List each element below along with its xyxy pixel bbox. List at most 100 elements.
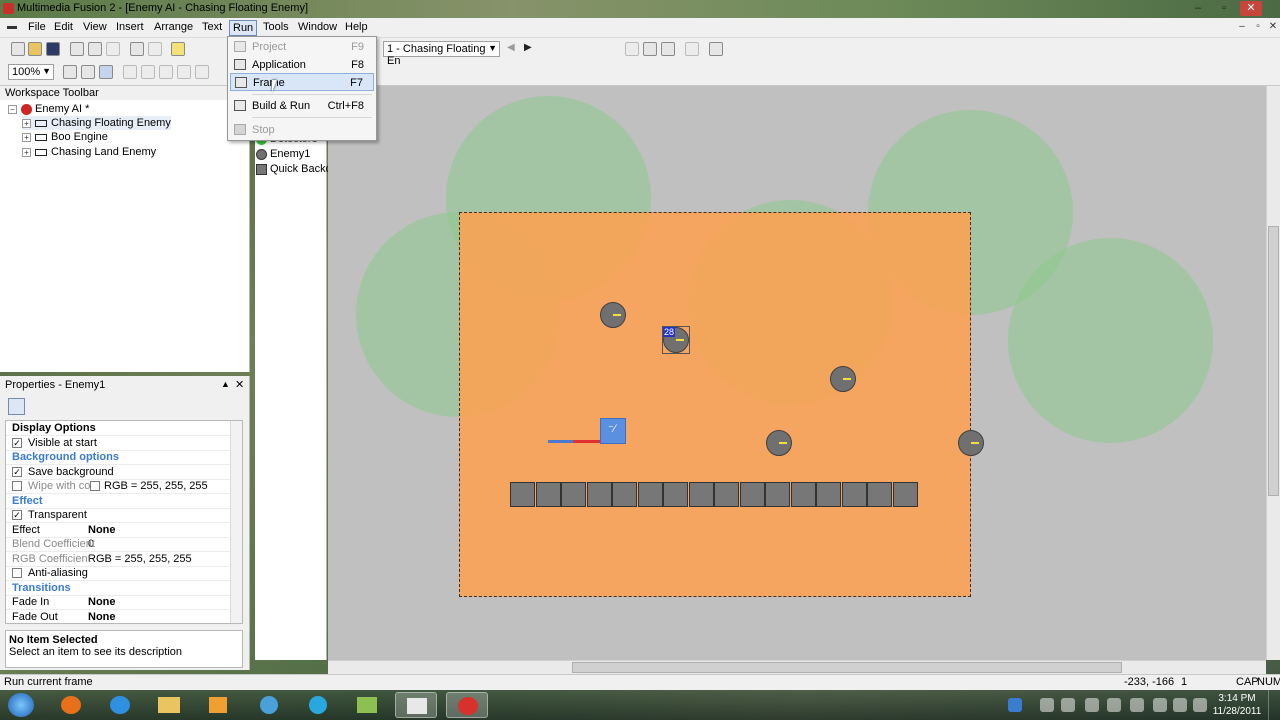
menu-view[interactable]: View — [80, 20, 110, 36]
backdrop-block[interactable] — [637, 482, 663, 507]
property-value-row[interactable]: RGB = 255, 255, 255 RGB Coefficient — [6, 552, 230, 567]
menu-run[interactable]: Run — [229, 20, 258, 36]
document-menu-icon[interactable]: ▬ — [6, 21, 18, 33]
property-checkbox-row[interactable]: ✓ Visible at start — [6, 436, 230, 451]
backdrop-block[interactable] — [612, 482, 637, 507]
taskbar-clock[interactable]: 3:14 PM 11/28/2011 — [1212, 692, 1262, 718]
menu-item-project[interactable]: Project F9 — [230, 38, 374, 56]
menu-file[interactable]: File — [25, 20, 49, 36]
minimize-button[interactable]: – — [1187, 1, 1209, 16]
backdrop-block[interactable] — [867, 482, 892, 507]
snap-icon[interactable] — [99, 65, 113, 79]
menu-help[interactable]: Help — [342, 20, 371, 36]
menu-item-stop[interactable]: Stop — [230, 121, 374, 139]
property-checkbox-row[interactable]: Wipe with co RGB = 255, 255, 255 — [6, 479, 230, 494]
table-icon[interactable] — [81, 65, 95, 79]
vertical-scrollbar[interactable] — [1266, 86, 1280, 660]
property-value-row[interactable]: None Effect — [6, 523, 230, 538]
backdrop-block[interactable] — [790, 482, 816, 507]
property-category[interactable]: Transitions — [6, 581, 230, 596]
restore-button[interactable]: ▫ — [1213, 1, 1235, 16]
tree-frame-2[interactable]: + Boo Engine — [22, 130, 108, 144]
collapse-icon[interactable]: − — [8, 104, 17, 114]
security-tray-icon[interactable] — [1061, 698, 1075, 712]
help-icon[interactable] — [171, 42, 185, 56]
frame-editor[interactable]: 28 ⁻⁄ — [328, 86, 1266, 660]
checkbox[interactable]: ✓ — [12, 437, 22, 448]
menu-edit[interactable]: Edit — [51, 20, 76, 36]
grid-icon[interactable] — [63, 65, 77, 79]
checkbox[interactable] — [12, 568, 22, 579]
expand-icon[interactable]: + — [22, 147, 31, 157]
fusion-taskbar-icon[interactable] — [446, 692, 488, 718]
menu-insert[interactable]: Insert — [113, 20, 147, 36]
close-icon[interactable]: ✕ — [235, 378, 244, 391]
event-editor-icon[interactable] — [661, 42, 675, 56]
browser-taskbar-icon[interactable] — [297, 692, 339, 718]
data-elements-icon[interactable] — [709, 42, 723, 56]
new-icon[interactable] — [11, 42, 25, 56]
runtime-options-tab-icon[interactable] — [60, 398, 77, 415]
save-icon[interactable] — [46, 42, 60, 56]
selected-enemy-object[interactable]: 28 — [662, 326, 690, 354]
volume-tray-icon[interactable] — [1193, 698, 1207, 712]
property-checkbox-row[interactable]: ✓ Transparent — [6, 508, 230, 523]
undo-icon[interactable] — [130, 42, 144, 56]
backdrop-block[interactable] — [688, 482, 714, 507]
frame-editor-icon[interactable] — [643, 42, 657, 56]
show-desktop-button[interactable] — [1268, 690, 1280, 720]
frame-select[interactable]: 1 - Chasing Floating En ▼ — [383, 41, 500, 67]
checkbox[interactable]: ✓ — [12, 510, 22, 521]
backdrop-block[interactable] — [816, 482, 841, 507]
display-options-tab-icon[interactable] — [8, 398, 25, 415]
explorer-taskbar-icon[interactable] — [148, 692, 190, 718]
backdrop-block[interactable] — [510, 482, 535, 507]
enemy-object[interactable] — [958, 430, 984, 456]
horizontal-scrollbar[interactable] — [328, 660, 1266, 674]
player-object[interactable]: ⁻⁄ — [600, 418, 626, 444]
backdrop-block[interactable] — [535, 482, 561, 507]
enemy-object[interactable] — [766, 430, 792, 456]
start-button[interactable] — [8, 693, 34, 717]
paste-icon[interactable] — [106, 42, 120, 56]
backdrop-block[interactable] — [663, 482, 688, 507]
power-tray-icon[interactable] — [1153, 698, 1167, 712]
redo-icon[interactable] — [148, 42, 162, 56]
backdrop-block[interactable] — [765, 482, 790, 507]
open-icon[interactable] — [28, 42, 42, 56]
previous-frame-icon[interactable]: ◀ — [507, 42, 515, 53]
backdrop-block[interactable] — [586, 482, 612, 507]
help-tray-icon[interactable] — [1008, 698, 1022, 712]
checkbox[interactable]: ✓ — [12, 466, 22, 477]
color-checkbox[interactable] — [90, 481, 100, 492]
media-player-taskbar-icon[interactable] — [197, 692, 239, 718]
text-color-icon[interactable] — [195, 65, 209, 79]
menu-arrange[interactable]: Arrange — [151, 20, 196, 36]
menu-tools[interactable]: Tools — [260, 20, 292, 36]
italic-icon[interactable] — [159, 65, 173, 79]
about-tab-icon[interactable] — [166, 398, 183, 415]
movement-tab-icon[interactable] — [140, 398, 157, 415]
object-quick-backdrop[interactable]: Quick Backd — [256, 162, 332, 177]
copy-icon[interactable] — [88, 42, 102, 56]
align-icon[interactable] — [123, 65, 137, 79]
mdi-restore-icon[interactable]: ▫ — [1252, 21, 1264, 33]
app-tray-icon[interactable] — [1085, 698, 1099, 712]
expand-icon[interactable]: + — [22, 132, 31, 142]
enemy-object[interactable] — [830, 366, 856, 392]
mdi-close-icon[interactable]: ✕ — [1267, 21, 1279, 33]
object-enemy1[interactable]: Enemy1 — [256, 147, 310, 162]
property-value-row[interactable]: 0 Blend Coefficient — [6, 537, 230, 552]
property-category[interactable]: Effect — [6, 494, 230, 509]
tree-frame-1[interactable]: + Chasing Floating Enemy — [22, 116, 171, 130]
size-position-tab-icon[interactable] — [33, 398, 50, 415]
mdi-minimize-icon[interactable]: – — [1236, 21, 1248, 33]
scroll-thumb[interactable] — [572, 662, 1122, 673]
tree-app[interactable]: − Enemy AI * — [8, 102, 89, 116]
backdrop-block[interactable] — [892, 482, 918, 507]
tool-taskbar-icon[interactable] — [346, 692, 388, 718]
events-tab-icon[interactable] — [113, 398, 130, 415]
property-checkbox-row[interactable]: ✓ Save background — [6, 465, 230, 480]
update-tray-icon[interactable] — [1107, 698, 1121, 712]
backdrop-block[interactable] — [714, 482, 739, 507]
